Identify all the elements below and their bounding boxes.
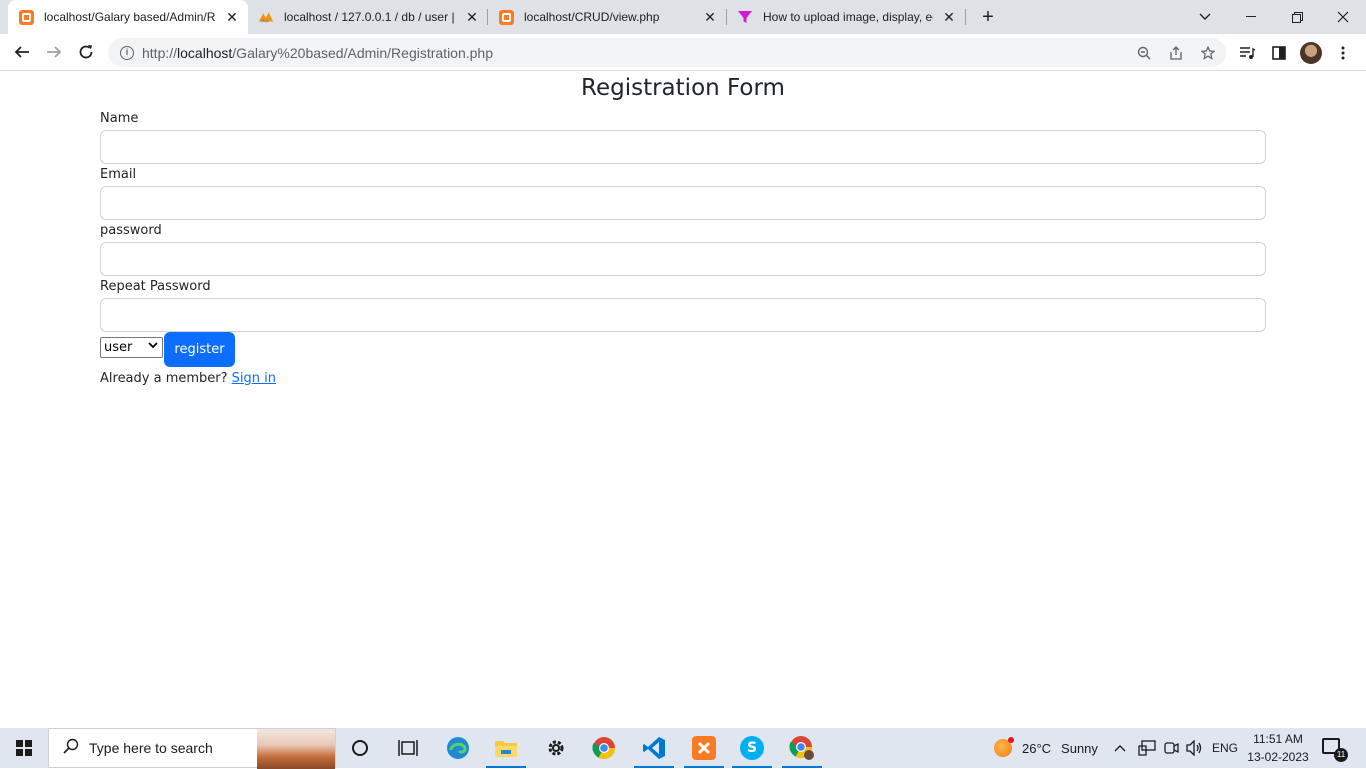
forward-button[interactable] — [40, 38, 68, 66]
skype-icon[interactable]: S — [728, 728, 776, 768]
chrome-icon[interactable] — [580, 728, 628, 768]
password-input[interactable] — [100, 242, 1266, 276]
meet-now-icon[interactable] — [1163, 728, 1179, 768]
share-icon[interactable] — [1164, 38, 1188, 67]
role-select-value: user — [104, 340, 133, 355]
reload-icon — [79, 45, 93, 59]
close-window-button[interactable] — [1320, 0, 1366, 34]
phpmyadmin-icon: PMA — [258, 9, 274, 25]
notification-badge: 11 — [1334, 748, 1348, 762]
role-select[interactable]: user — [100, 337, 163, 358]
search-highlight-image — [257, 729, 335, 769]
zoom-icon[interactable] — [1132, 38, 1156, 67]
search-icon — [63, 738, 79, 758]
back-arrow-icon — [14, 46, 29, 58]
media-queue-icon[interactable] — [1234, 40, 1260, 66]
language-indicator[interactable]: ENG — [1212, 728, 1238, 768]
funnel-icon — [737, 9, 753, 25]
tab-separator — [965, 9, 966, 25]
tab-search-chevron-icon[interactable] — [1182, 0, 1228, 34]
tab-upload-image[interactable]: How to upload image, display, ec ✕ — [727, 0, 965, 34]
reload-button[interactable] — [72, 38, 100, 66]
xampp-icon — [18, 9, 34, 25]
weather-widget[interactable]: 26°C Sunny — [994, 728, 1098, 768]
name-label: Name — [100, 111, 139, 126]
email-label: Email — [100, 167, 137, 182]
address-bar[interactable]: i http://localhost/Galary%20based/Admin/… — [108, 38, 1226, 67]
close-icon[interactable]: ✕ — [941, 9, 957, 25]
restore-button[interactable] — [1274, 0, 1320, 34]
file-explorer-icon[interactable] — [482, 728, 530, 768]
browser-tab-strip: localhost/Galary based/Admin/Re ✕ PMA lo… — [0, 0, 1366, 34]
xampp-icon[interactable] — [680, 728, 728, 768]
member-text: Already a member? — [100, 371, 228, 386]
settings-icon[interactable] — [532, 728, 580, 768]
page-content: Registration Form Name Email password Re… — [0, 71, 1366, 728]
new-tab-button[interactable]: + — [976, 5, 1000, 29]
weather-temp: 26°C — [1022, 740, 1052, 756]
task-view-icon[interactable] — [384, 728, 432, 768]
windows-logo-icon — [16, 740, 32, 756]
chevron-down-icon — [148, 341, 158, 352]
sign-in-link[interactable]: Sign in — [232, 371, 276, 386]
forward-arrow-icon — [47, 46, 62, 58]
name-input[interactable] — [100, 130, 1266, 164]
taskbar-search-box[interactable]: Type here to search — [48, 728, 336, 769]
url-text: http://localhost/Galary%20based/Admin/Re… — [142, 44, 493, 61]
cortana-icon[interactable] — [336, 728, 384, 768]
email-input[interactable] — [100, 186, 1266, 220]
back-button[interactable] — [8, 38, 36, 66]
weather-text: Sunny — [1061, 740, 1098, 756]
volume-icon[interactable] — [1186, 728, 1204, 768]
repeat-password-input[interactable] — [100, 298, 1266, 332]
tab-registration[interactable]: localhost/Galary based/Admin/Re ✕ — [8, 0, 248, 34]
member-prompt: Already a member? Sign in — [100, 371, 276, 386]
repeat-password-label: Repeat Password — [100, 279, 211, 294]
show-hidden-icons-chevron-icon[interactable] — [1114, 728, 1126, 768]
tab-title: localhost / 127.0.0.1 / db / user | — [284, 10, 455, 24]
page-title: Registration Form — [581, 75, 785, 101]
windows-taskbar: Type here to search S 26°C Sunny ENG 11:… — [0, 728, 1366, 769]
close-icon[interactable]: ✕ — [702, 9, 718, 25]
notification-center-icon[interactable]: 11 — [1322, 738, 1348, 762]
tab-title: localhost/CRUD/view.php — [524, 10, 660, 24]
register-button[interactable]: register — [164, 332, 235, 367]
svg-text:PMA: PMA — [261, 19, 269, 23]
close-icon[interactable]: ✕ — [464, 9, 480, 25]
clock[interactable]: 11:51 AM 13-02-2023 — [1242, 730, 1314, 766]
bookmark-star-icon[interactable] — [1196, 38, 1220, 67]
sun-icon — [994, 737, 1014, 757]
profile-avatar[interactable] — [1298, 40, 1324, 66]
chrome-profile-icon[interactable] — [778, 728, 826, 768]
tab-phpmyadmin[interactable]: PMA localhost / 127.0.0.1 / db / user | … — [248, 0, 488, 34]
network-icon[interactable] — [1138, 728, 1156, 768]
clock-date: 13-02-2023 — [1247, 750, 1309, 764]
search-placeholder: Type here to search — [89, 740, 213, 756]
edge-icon[interactable] — [434, 728, 482, 768]
minimize-button[interactable] — [1228, 0, 1274, 34]
side-panel-icon[interactable] — [1266, 40, 1292, 66]
tab-crud-view[interactable]: localhost/CRUD/view.php ✕ — [488, 0, 726, 34]
browser-toolbar: i http://localhost/Galary%20based/Admin/… — [0, 34, 1366, 71]
info-icon[interactable]: i — [120, 45, 134, 60]
kebab-menu-icon[interactable] — [1330, 40, 1356, 66]
tab-title: localhost/Galary based/Admin/Re — [44, 10, 216, 24]
tab-title: How to upload image, display, ec — [763, 10, 933, 24]
vscode-icon[interactable] — [630, 728, 678, 768]
clock-time: 11:51 AM — [1253, 732, 1303, 746]
password-label: password — [100, 223, 162, 238]
start-button[interactable] — [0, 728, 48, 768]
close-icon[interactable]: ✕ — [224, 9, 240, 25]
xampp-icon — [498, 9, 514, 25]
